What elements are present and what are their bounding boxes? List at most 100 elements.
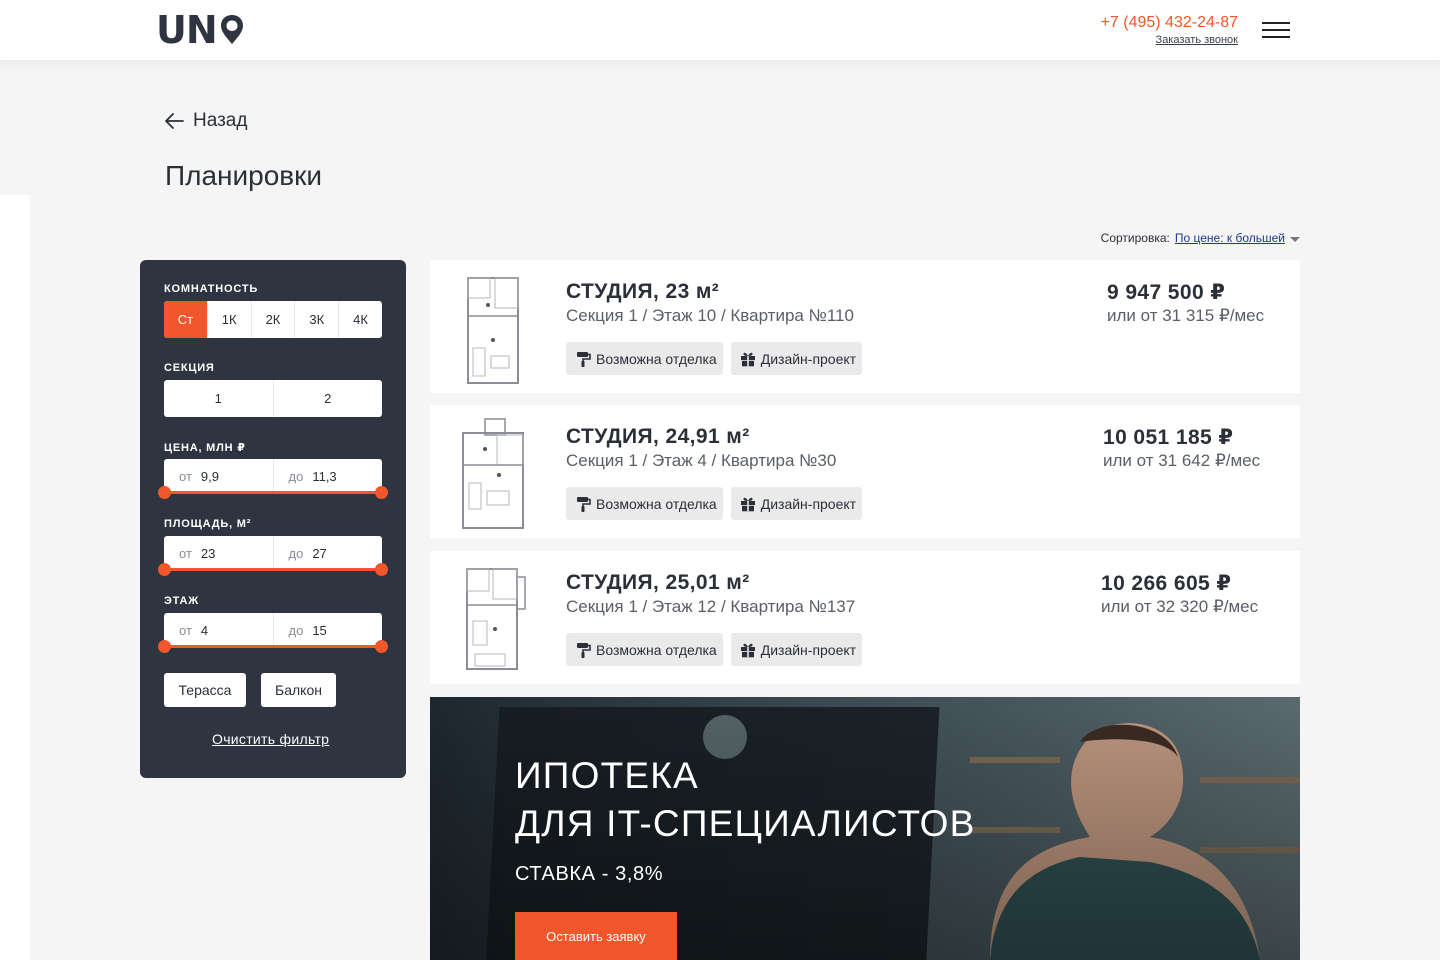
area-label: Площадь, м²	[164, 518, 252, 530]
floor-to-value: 15	[312, 622, 327, 638]
section-option-2[interactable]: 2	[274, 380, 383, 417]
price-to-field[interactable]: до 11,3	[274, 459, 383, 493]
apartment-price: 10 051 185 ₽	[1103, 426, 1234, 449]
apartment-title: СТУДИЯ, 25,01 м²	[566, 571, 750, 594]
area-to-value: 27	[312, 545, 327, 561]
gift-icon	[740, 352, 755, 366]
rooms-option-4k[interactable]: 4К	[339, 301, 382, 338]
rooms-label: Комнатность	[164, 283, 259, 295]
price-from-value: 9,9	[200, 468, 219, 484]
price-slider	[158, 486, 388, 499]
gift-icon	[740, 497, 755, 511]
rooms-option-2k[interactable]: 2К	[252, 301, 296, 338]
paint-roller-icon	[577, 351, 591, 367]
apartment-tags: Возможна отделка Дизайн-проект	[566, 633, 863, 666]
rooms-option-1k[interactable]: 1К	[208, 301, 252, 338]
from-prefix: от	[179, 622, 192, 638]
gift-icon	[740, 643, 755, 657]
page-title: Планировки	[165, 160, 323, 191]
apartment-details: Секция 1 / Этаж 4 / Квартира №30	[566, 451, 837, 470]
rooms-selector: Ст 1К 2К 3К 4К	[164, 301, 382, 338]
apartment-monthly-payment: или от 31 315 ₽/мес	[1107, 306, 1265, 325]
floor-slider-min-handle[interactable]	[158, 640, 171, 653]
design-tag-label: Дизайн-проект	[760, 350, 857, 367]
banner-title: ИПОТЕКА ДЛЯ IT-СПЕЦИАЛИСТОВ	[515, 752, 976, 848]
area-from-value: 23	[200, 545, 216, 561]
apartment-tags: Возможна отделка Дизайн-проект	[566, 342, 863, 375]
floor-from-field[interactable]: от 4	[164, 613, 274, 647]
apartment-card[interactable]: СТУДИЯ, 24,91 м² Секция 1 / Этаж 4 / Ква…	[430, 405, 1300, 538]
apartment-card[interactable]: СТУДИЯ, 23 м² Секция 1 / Этаж 10 / Кварт…	[430, 260, 1300, 393]
balcony-toggle-button[interactable]: Балкон	[261, 673, 336, 707]
apartment-title: СТУДИЯ, 23 м²	[566, 280, 720, 303]
callback-link[interactable]: Заказать звонок	[1101, 34, 1238, 46]
design-tag: Дизайн-проект	[730, 633, 863, 666]
logo[interactable]: UN	[156, 11, 245, 49]
price-to-value: 11,3	[312, 468, 337, 484]
apartment-monthly-payment: или от 31 642 ₽/мес	[1103, 451, 1261, 470]
finish-tag-label: Возможна отделка	[596, 495, 717, 512]
floor-label: Этаж	[164, 595, 199, 607]
to-prefix: до	[288, 622, 304, 638]
rooms-option-3k[interactable]: 3К	[295, 301, 340, 338]
sort-label: Сортировка:	[1100, 231, 1170, 245]
finish-tag: Возможна отделка	[566, 487, 723, 520]
chevron-down-icon[interactable]	[1290, 236, 1300, 242]
menu-icon[interactable]	[1262, 22, 1290, 38]
it-mortgage-banner: ИПОТЕКА ДЛЯ IT-СПЕЦИАЛИСТОВ СТАВКА - 3,8…	[430, 697, 1300, 960]
finish-tag: Возможна отделка	[566, 633, 723, 666]
paint-roller-icon	[577, 642, 591, 658]
price-label: Цена, млн ₽	[164, 442, 246, 454]
finish-tag-label: Возможна отделка	[596, 350, 717, 367]
terrace-toggle-button[interactable]: Терасса	[164, 673, 246, 707]
floor-range-inputs: от 4 до 15	[164, 613, 382, 647]
submit-request-button[interactable]: Оставить заявку	[515, 912, 677, 960]
arrow-left-icon	[165, 113, 184, 129]
area-to-field[interactable]: до 27	[274, 536, 383, 570]
apartment-card[interactable]: СТУДИЯ, 25,01 м² Секция 1 / Этаж 12 / Кв…	[430, 551, 1300, 684]
price-range-inputs: от 9,9 до 11,3	[164, 459, 382, 493]
banner-title-line1: ИПОТЕКА	[515, 755, 699, 796]
sort-control: Сортировка: По цене: к большей	[1101, 231, 1300, 245]
section-label: Секция	[164, 362, 215, 374]
sort-dropdown[interactable]: По цене: к большей	[1175, 231, 1285, 245]
back-label: Назад	[193, 110, 248, 131]
price-from-field[interactable]: от 9,9	[164, 459, 274, 493]
area-slider-max-handle[interactable]	[375, 563, 388, 576]
area-slider-min-handle[interactable]	[158, 563, 171, 576]
apartment-price: 10 266 605 ₽	[1101, 572, 1232, 595]
clear-filter-link[interactable]: Очистить фильтр	[212, 731, 329, 747]
area-range-inputs: от 23 до 27	[164, 536, 382, 570]
apartment-price: 9 947 500 ₽	[1107, 281, 1226, 304]
floor-plan-image	[462, 418, 524, 529]
design-tag-label: Дизайн-проект	[760, 641, 857, 658]
contact-block: +7 (495) 432-24-87 Заказать звонок	[1101, 14, 1238, 46]
site-header: UN +7 (495) 432-24-87 Заказать звонок	[0, 0, 1440, 60]
section-option-1[interactable]: 1	[164, 380, 274, 417]
area-slider	[158, 563, 388, 576]
apartment-monthly-payment: или от 32 320 ₽/мес	[1101, 597, 1259, 616]
phone-link[interactable]: +7 (495) 432-24-87	[1101, 14, 1238, 32]
back-link[interactable]: Назад	[163, 110, 247, 132]
to-prefix: до	[288, 468, 304, 484]
apartment-tags: Возможна отделка Дизайн-проект	[566, 487, 863, 520]
floor-to-field[interactable]: до 15	[274, 613, 383, 647]
price-slider-min-handle[interactable]	[158, 486, 171, 499]
floor-plan-image	[466, 568, 526, 670]
banner-title-line2: ДЛЯ IT-СПЕЦИАЛИСТОВ	[515, 803, 976, 844]
design-tag: Дизайн-проект	[730, 487, 863, 520]
area-from-field[interactable]: от 23	[164, 536, 274, 570]
floor-slider-max-handle[interactable]	[375, 640, 388, 653]
design-tag: Дизайн-проект	[730, 342, 863, 375]
from-prefix: от	[179, 545, 192, 561]
apartment-details: Секция 1 / Этаж 12 / Квартира №137	[566, 597, 856, 616]
rooms-option-studio[interactable]: Ст	[164, 301, 208, 338]
price-slider-max-handle[interactable]	[375, 486, 388, 499]
floor-slider	[158, 640, 388, 653]
finish-tag-label: Возможна отделка	[596, 641, 717, 658]
from-prefix: от	[179, 468, 192, 484]
to-prefix: до	[288, 545, 304, 561]
design-tag-label: Дизайн-проект	[760, 495, 857, 512]
apartment-details: Секция 1 / Этаж 10 / Квартира №110	[566, 306, 854, 325]
floor-plan-image	[467, 277, 519, 384]
